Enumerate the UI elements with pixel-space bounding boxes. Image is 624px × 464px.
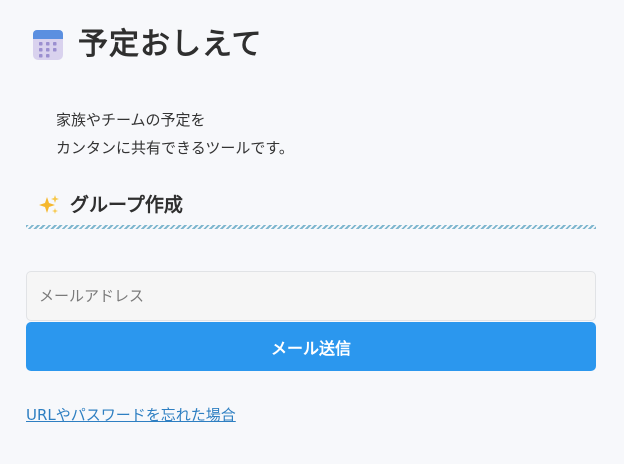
send-email-button[interactable]: メール送信	[26, 322, 596, 371]
section-title-row: グループ作成	[38, 190, 183, 220]
app-title: 予定おしえて	[78, 27, 263, 62]
intro-text: 家族やチームの予定を カンタンに共有できるツールです。	[56, 106, 294, 162]
section-title: グループ作成	[70, 194, 183, 216]
calendar-icon	[32, 28, 64, 62]
forgot-url-password-link[interactable]: URLやパスワードを忘れた場合	[26, 404, 236, 426]
intro-line-1: 家族やチームの予定を	[56, 111, 206, 129]
email-input[interactable]	[26, 271, 596, 321]
group-create-section-header: グループ作成	[26, 190, 596, 230]
intro-line-2: カンタンに共有できるツールです。	[56, 139, 294, 157]
app-header: 予定おしえて	[32, 26, 263, 64]
striped-divider	[26, 225, 596, 229]
sparkles-icon	[38, 194, 60, 216]
